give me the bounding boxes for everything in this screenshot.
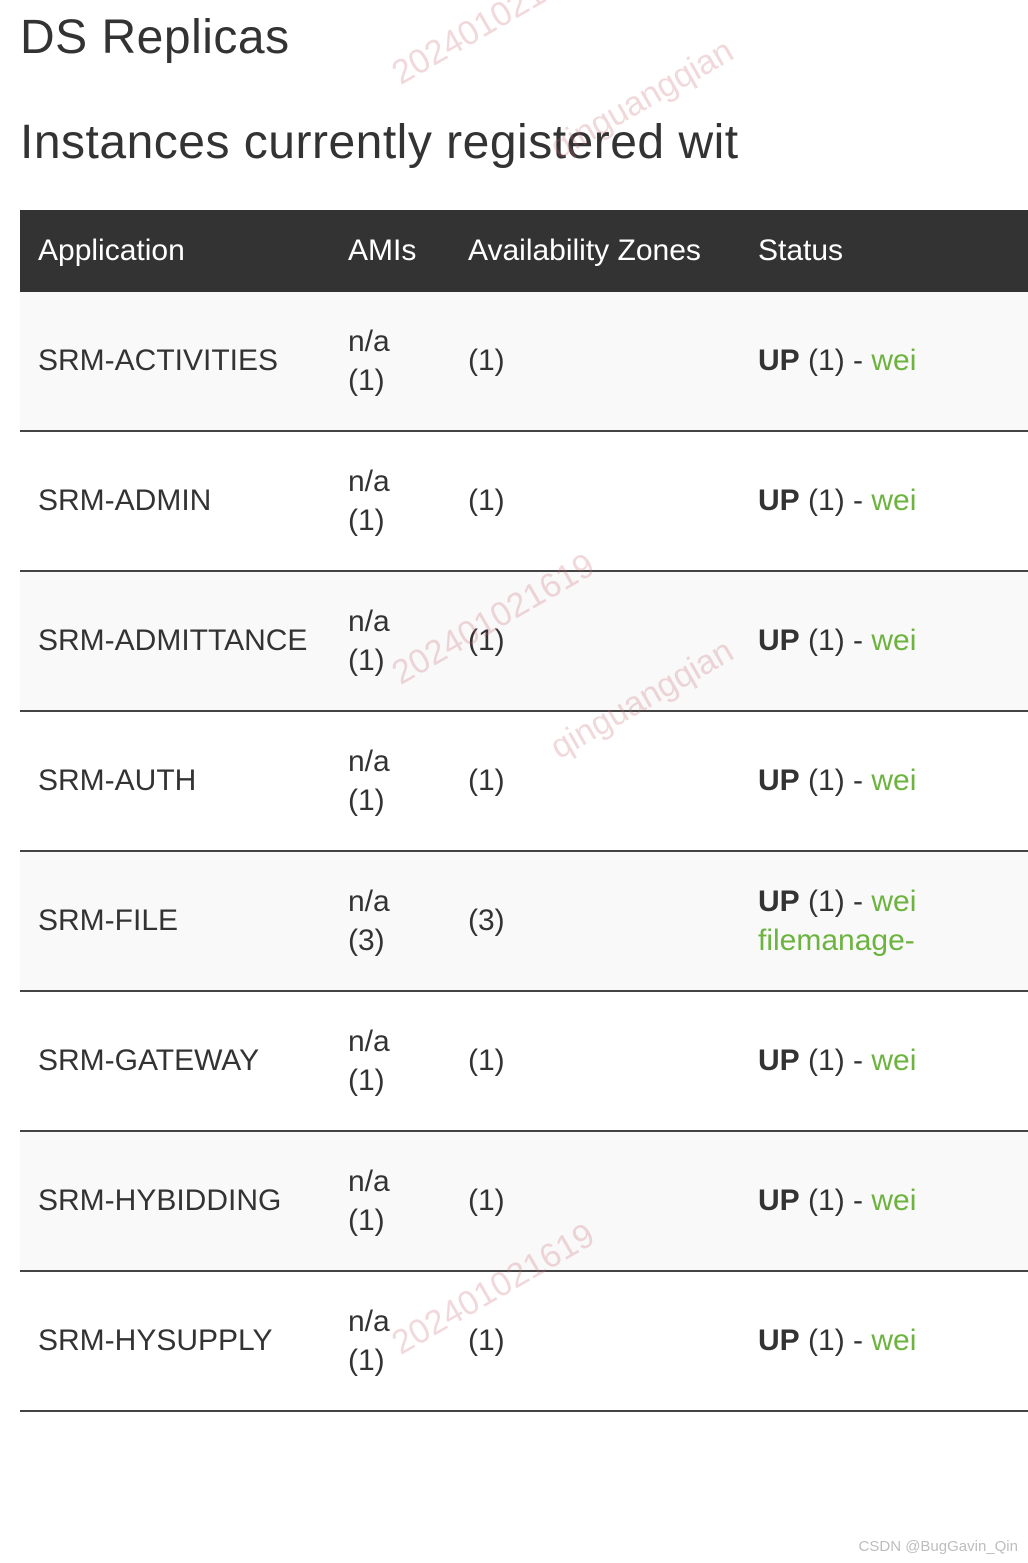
status-separator: - <box>845 885 872 918</box>
availability-zones-value: (1) <box>450 1271 740 1411</box>
application-name: SRM-ADMIN <box>20 431 330 571</box>
status-count: (1) <box>808 484 845 517</box>
status-cell: UP (1) - wei <box>740 991 1028 1131</box>
status-count: (1) <box>808 1324 845 1357</box>
application-name: SRM-GATEWAY <box>20 991 330 1131</box>
status-cell: UP (1) - wei <box>740 1131 1028 1271</box>
amis-value: n/a (1) <box>330 431 450 571</box>
status-cell: UP (1) - wei <box>740 431 1028 571</box>
col-amis: AMIs <box>330 210 450 292</box>
instance-link[interactable]: wei <box>871 344 916 377</box>
status-up-label: UP <box>758 764 800 797</box>
availability-zones-value: (1) <box>450 571 740 711</box>
instance-link[interactable]: wei <box>871 1184 916 1217</box>
status-separator: - <box>845 764 872 797</box>
table-row: SRM-GATEWAYn/a (1)(1)UP (1) - wei <box>20 991 1028 1131</box>
amis-value: n/a (1) <box>330 571 450 711</box>
status-cell: UP (1) - wei <box>740 292 1028 431</box>
eureka-dashboard: DS Replicas Instances currently register… <box>0 10 1028 1412</box>
amis-value: n/a (1) <box>330 991 450 1131</box>
amis-value: n/a (1) <box>330 292 450 431</box>
amis-value: n/a (1) <box>330 1271 450 1411</box>
availability-zones-value: (1) <box>450 991 740 1131</box>
status-up-label: UP <box>758 344 800 377</box>
status-separator: - <box>845 344 872 377</box>
status-up-label: UP <box>758 624 800 657</box>
status-count: (1) <box>808 624 845 657</box>
instance-link[interactable]: wei <box>871 624 916 657</box>
amis-value: n/a (1) <box>330 711 450 851</box>
table-row: SRM-HYBIDDINGn/a (1)(1)UP (1) - wei <box>20 1131 1028 1271</box>
application-name: SRM-ACTIVITIES <box>20 292 330 431</box>
status-count: (1) <box>808 344 845 377</box>
status-cell: UP (1) - wei <box>740 1271 1028 1411</box>
status-separator: - <box>845 624 872 657</box>
status-up-label: UP <box>758 885 800 918</box>
status-separator: - <box>845 1184 872 1217</box>
table-header-row: Application AMIs Availability Zones Stat… <box>20 210 1028 292</box>
instance-link[interactable]: wei <box>871 764 916 797</box>
table-row: SRM-ADMITTANCEn/a (1)(1)UP (1) - wei <box>20 571 1028 711</box>
status-cell: UP (1) - wei <box>740 711 1028 851</box>
instances-heading: Instances currently registered wit <box>20 115 1028 170</box>
instances-table: Application AMIs Availability Zones Stat… <box>20 210 1028 1412</box>
page-title: DS Replicas <box>20 10 1028 65</box>
availability-zones-value: (1) <box>450 292 740 431</box>
table-row: SRM-HYSUPPLYn/a (1)(1)UP (1) - wei <box>20 1271 1028 1411</box>
table-row: SRM-FILEn/a (3)(3) UP (1) - wei filemanage… <box>20 851 1028 991</box>
application-name: SRM-HYSUPPLY <box>20 1271 330 1411</box>
application-name: SRM-HYBIDDING <box>20 1131 330 1271</box>
application-name: SRM-ADMITTANCE <box>20 571 330 711</box>
availability-zones-value: (1) <box>450 711 740 851</box>
status-cell: UP (1) - wei <box>740 571 1028 711</box>
status-count: (1) <box>808 1184 845 1217</box>
credit-watermark: CSDN @BugGavin_Qin <box>859 1538 1018 1555</box>
instance-link[interactable]: filemanage- <box>758 924 915 957</box>
col-availability-zones: Availability Zones <box>450 210 740 292</box>
instance-link[interactable]: wei <box>871 885 916 918</box>
status-count: (1) <box>808 764 845 797</box>
availability-zones-value: (1) <box>450 431 740 571</box>
status-cell: UP (1) - wei filemanage- <box>740 851 1028 991</box>
table-row: SRM-ADMINn/a (1)(1)UP (1) - wei <box>20 431 1028 571</box>
status-separator: - <box>845 1324 872 1357</box>
application-name: SRM-FILE <box>20 851 330 991</box>
status-count: (1) <box>808 885 845 918</box>
amis-value: n/a (1) <box>330 1131 450 1271</box>
table-row: SRM-AUTHn/a (1)(1)UP (1) - wei <box>20 711 1028 851</box>
instance-link[interactable]: wei <box>871 484 916 517</box>
status-separator: - <box>845 1044 872 1077</box>
availability-zones-value: (3) <box>450 851 740 991</box>
status-up-label: UP <box>758 1324 800 1357</box>
instance-link[interactable]: wei <box>871 1324 916 1357</box>
status-up-label: UP <box>758 1184 800 1217</box>
status-separator: - <box>845 484 872 517</box>
instance-link[interactable]: wei <box>871 1044 916 1077</box>
status-up-label: UP <box>758 1044 800 1077</box>
status-count: (1) <box>808 1044 845 1077</box>
status-up-label: UP <box>758 484 800 517</box>
col-application: Application <box>20 210 330 292</box>
table-row: SRM-ACTIVITIESn/a (1)(1)UP (1) - wei <box>20 292 1028 431</box>
application-name: SRM-AUTH <box>20 711 330 851</box>
amis-value: n/a (3) <box>330 851 450 991</box>
col-status: Status <box>740 210 1028 292</box>
availability-zones-value: (1) <box>450 1131 740 1271</box>
